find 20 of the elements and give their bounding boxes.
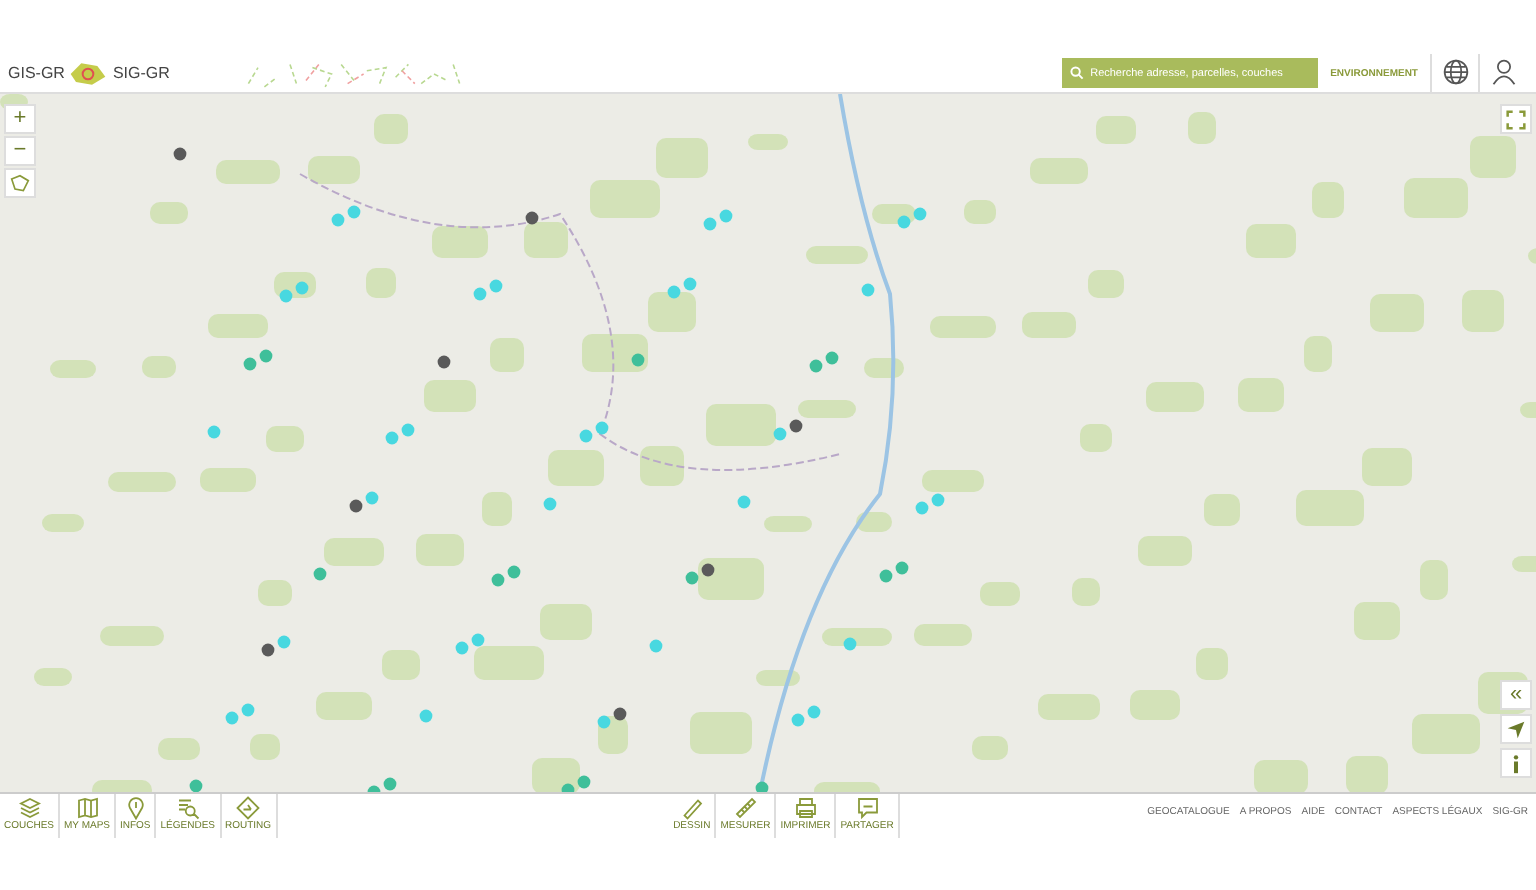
ruler-icon (733, 796, 758, 820)
logo-text: GIS-GR (8, 64, 65, 82)
info-icon[interactable] (1500, 748, 1532, 778)
layers-icon (17, 796, 41, 820)
map-shape-icon (68, 59, 109, 87)
diamond-icon (236, 796, 261, 820)
magnifier-icon (175, 796, 200, 820)
site-logo[interactable]: GIS-GR SIG-GR (8, 57, 494, 89)
fullscreen-icon[interactable] (1500, 104, 1532, 134)
search-icon (1070, 66, 1085, 80)
collapse-button[interactable]: « (1500, 680, 1532, 710)
printer-icon (793, 796, 818, 820)
speech-bubble-icon (855, 796, 880, 820)
logo-text: SIG-GR (112, 64, 170, 82)
zoom-out-button[interactable]: − (4, 136, 36, 166)
folded-map-icon (75, 796, 99, 820)
pencil-icon (679, 796, 704, 820)
map-shape-icon[interactable] (4, 168, 36, 198)
location-pin-icon (123, 796, 148, 820)
zoom-in-button[interactable]: + (4, 104, 36, 134)
